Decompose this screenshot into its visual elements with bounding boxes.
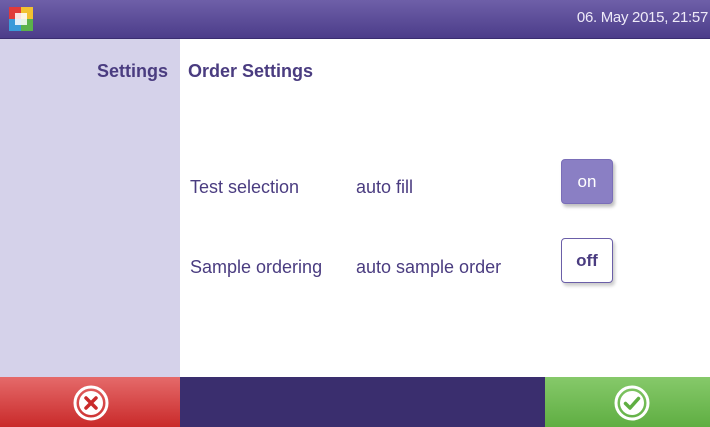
auto-sample-order-label: auto sample order [356, 257, 502, 277]
close-circle-icon [73, 385, 109, 421]
top-bar: 06. May 2015, 21:57 [0, 0, 710, 39]
datetime: 06. May 2015, 21:57 [576, 9, 708, 26]
sidebar: Settings [0, 39, 180, 377]
bottom-bar [0, 377, 710, 427]
cancel-button[interactable] [0, 377, 180, 427]
app-logo-icon [9, 7, 33, 31]
confirm-button[interactable] [545, 377, 710, 427]
sidebar-title: Settings [96, 61, 168, 81]
main-panel: Order Settings Test selection auto fill … [180, 39, 710, 377]
check-circle-icon [614, 385, 650, 421]
auto-sample-order-toggle[interactable]: off [561, 238, 613, 283]
page-title: Order Settings [188, 61, 314, 81]
auto-fill-toggle[interactable]: on [561, 159, 613, 204]
auto-fill-label: auto fill [356, 177, 414, 197]
sample-ordering-label: Sample ordering [190, 257, 323, 277]
test-selection-label: Test selection [190, 177, 300, 197]
